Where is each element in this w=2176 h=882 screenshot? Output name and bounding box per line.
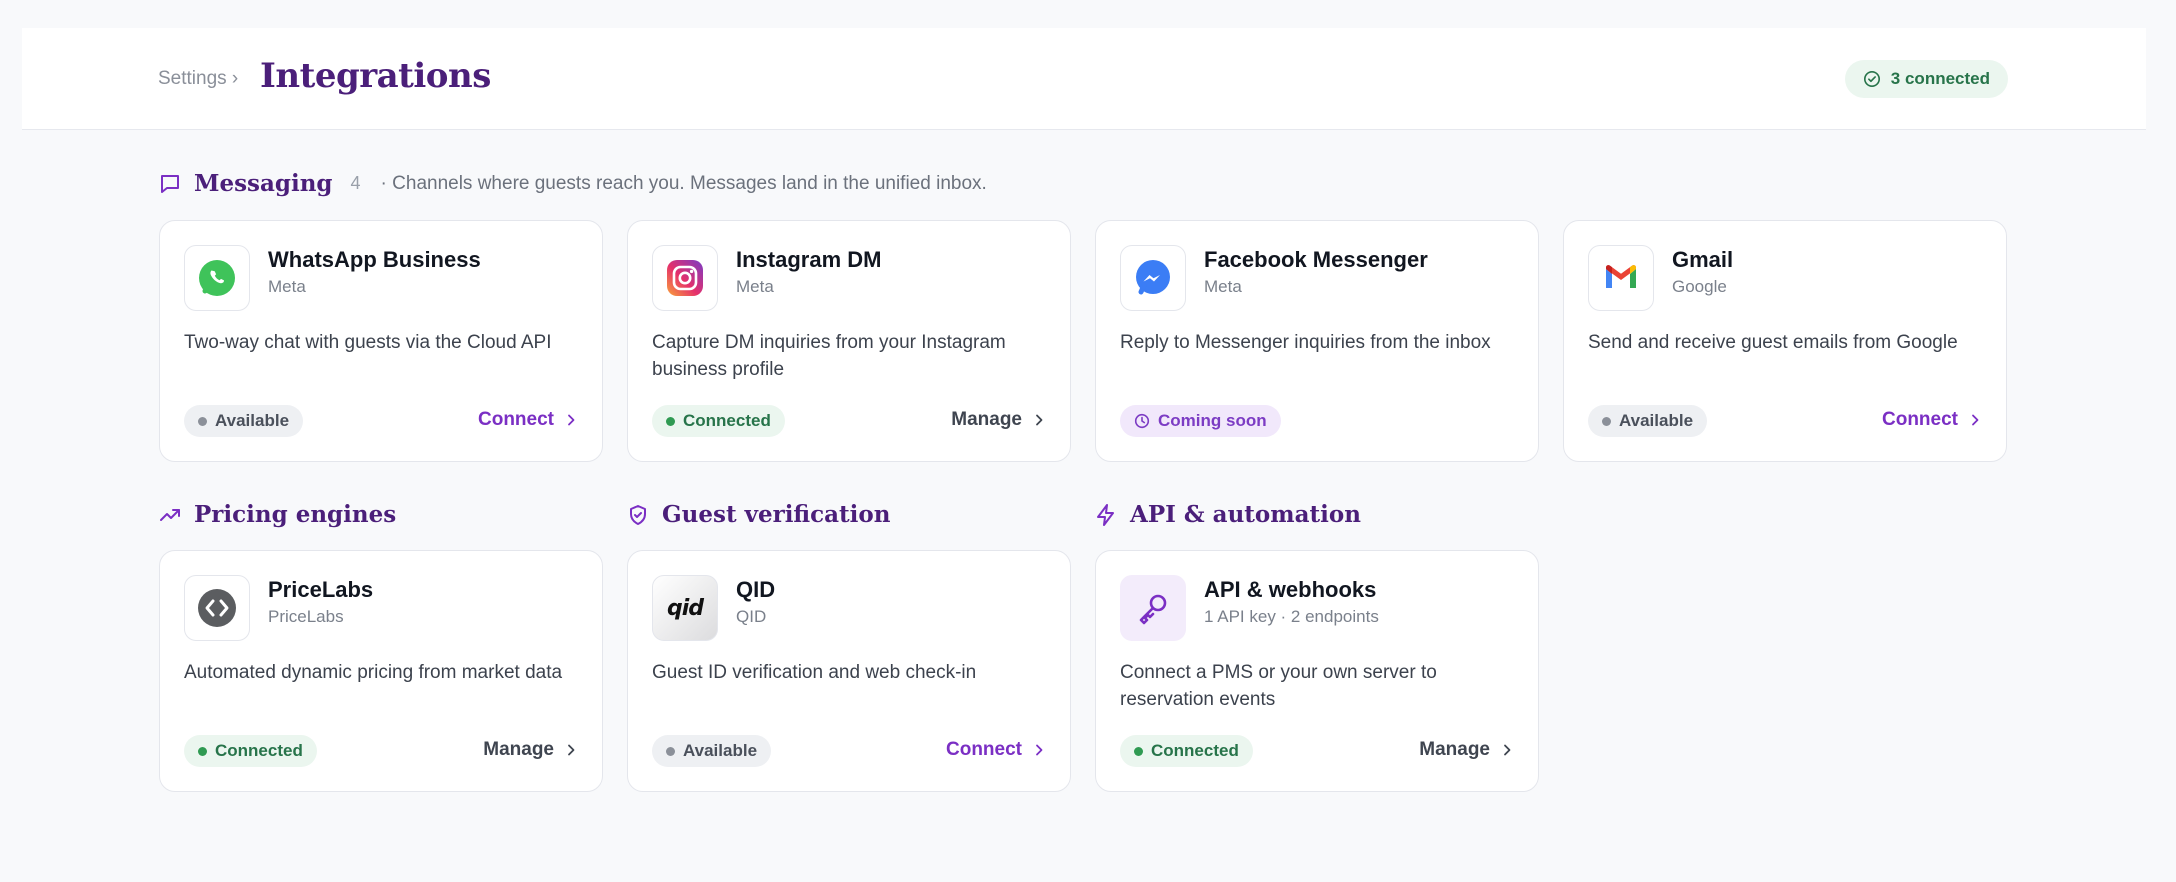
integration-description: Reply to Messenger inquiries from the in…: [1120, 332, 1491, 353]
status-dot: [666, 416, 675, 426]
action-label: Connect: [478, 409, 554, 430]
integration-vendor: Meta: [736, 277, 774, 296]
integration-description: Connect a PMS or your own server to rese…: [1120, 662, 1437, 710]
section-api-header: API & automation: [1094, 501, 1361, 528]
breadcrumb-settings[interactable]: Settings ›: [158, 68, 238, 90]
section-title: Pricing engines: [194, 501, 397, 528]
section-title: Guest verification: [662, 501, 891, 528]
status-badge: Connected: [184, 735, 317, 767]
integration-vendor: PriceLabs: [268, 607, 344, 626]
section-pricing-header: Pricing engines: [158, 501, 396, 528]
lightning-icon: [1094, 503, 1118, 527]
status-badge: Available: [652, 735, 772, 767]
chat-bubble-icon: [158, 172, 182, 196]
status-badge: Available: [184, 405, 304, 437]
check-circle-icon: [1863, 70, 1880, 88]
integration-vendor: Meta: [1204, 277, 1242, 296]
clock-icon: [1134, 413, 1150, 429]
status-badge: Coming soon: [1120, 405, 1281, 437]
status-label: Connected: [1151, 741, 1239, 760]
integration-description: Guest ID verification and web check-in: [652, 662, 977, 683]
integration-card-api: API & webhooks 1 API key · 2 endpoints C…: [1095, 550, 1539, 792]
integration-card-whatsapp: WhatsApp Business Meta Two-way chat with…: [159, 220, 603, 462]
chevron-right-icon: [1036, 414, 1043, 426]
chevron-right-icon: [568, 414, 575, 426]
connect-button[interactable]: Connect: [946, 739, 1046, 761]
connect-button[interactable]: Connect: [1882, 409, 1982, 431]
chevron-right-icon: [1036, 744, 1043, 756]
section-count: 4: [350, 173, 361, 193]
manage-button[interactable]: Manage: [951, 409, 1046, 431]
section-title: API & automation: [1130, 501, 1361, 528]
status-badge: Connected: [652, 405, 785, 437]
status-dot: [666, 746, 675, 756]
status-dot: [198, 746, 207, 756]
integration-description: Capture DM inquiries from your Instagram…: [652, 332, 1006, 380]
integration-description: Automated dynamic pricing from market da…: [184, 662, 563, 683]
integration-card-instagram: Instagram DM Meta Capture DM inquiries f…: [627, 220, 1071, 462]
section-messaging-header: Messaging 4 · Channels where guests reac…: [158, 170, 987, 197]
shield-check-icon: [626, 503, 650, 527]
trending-up-icon: [158, 503, 182, 527]
status-dot: [1134, 746, 1143, 756]
instagram-icon: [652, 245, 718, 311]
section-title: Messaging: [194, 170, 333, 197]
qid-icon: qid: [652, 575, 718, 641]
whatsapp-icon: [184, 245, 250, 311]
page-title: Integrations: [260, 56, 491, 96]
integration-vendor: 1 API key · 2 endpoints: [1204, 607, 1379, 626]
connected-count-badge: 3 connected: [1844, 60, 2008, 98]
qid-logo-text: qid: [666, 595, 704, 621]
integration-description: Send and receive guest emails from Googl…: [1588, 332, 1958, 353]
status-label: Available: [215, 411, 290, 430]
integration-name: QID: [736, 577, 776, 602]
integration-vendor: Google: [1672, 277, 1727, 296]
action-label: Manage: [951, 409, 1022, 430]
action-label: Connect: [1882, 409, 1958, 430]
integration-card-messenger: Facebook Messenger Meta Reply to Messeng…: [1095, 220, 1539, 462]
section-verification-header: Guest verification: [626, 501, 890, 528]
status-label: Coming soon: [1158, 411, 1267, 430]
status-dot: [198, 416, 207, 426]
connected-count-label: 3 connected: [1890, 69, 1990, 88]
integration-name: Facebook Messenger: [1204, 247, 1428, 272]
status-badge: Connected: [1120, 735, 1253, 767]
integration-name: Gmail: [1672, 247, 1734, 272]
connect-button[interactable]: Connect: [478, 409, 578, 431]
status-label: Available: [683, 741, 758, 760]
integration-vendor: Meta: [268, 277, 306, 296]
integration-name: WhatsApp Business: [268, 247, 481, 272]
status-label: Connected: [215, 741, 303, 760]
action-label: Manage: [483, 739, 554, 760]
integration-name: PriceLabs: [268, 577, 374, 602]
status-label: Available: [1619, 411, 1694, 430]
chevron-right-icon: [1972, 414, 1979, 426]
page-header: Settings › Integrations 3 connected: [22, 28, 2146, 130]
status-badge: Available: [1588, 405, 1708, 437]
section-description: · Channels where guests reach you. Messa…: [380, 172, 987, 194]
key-icon: [1120, 575, 1186, 641]
integration-description: Two-way chat with guests via the Cloud A…: [184, 332, 552, 353]
chevron-right-icon: [1504, 744, 1511, 756]
action-label: Manage: [1419, 739, 1490, 760]
gmail-icon: [1588, 245, 1654, 311]
integration-card-qid: qid QID QID Guest ID verification and we…: [627, 550, 1071, 792]
status-label: Connected: [683, 411, 771, 430]
pricelabs-icon: [184, 575, 250, 641]
integration-card-gmail: Gmail Google Send and receive guest emai…: [1563, 220, 2007, 462]
integration-vendor: QID: [736, 607, 767, 626]
integration-name: API & webhooks: [1204, 577, 1377, 602]
manage-button[interactable]: Manage: [483, 739, 578, 761]
integration-card-pricelabs: PriceLabs PriceLabs Automated dynamic pr…: [159, 550, 603, 792]
messenger-icon: [1120, 245, 1186, 311]
chevron-right-icon: [568, 744, 575, 756]
manage-button[interactable]: Manage: [1419, 739, 1514, 761]
action-label: Connect: [946, 739, 1022, 760]
integration-name: Instagram DM: [736, 247, 882, 272]
status-dot: [1602, 416, 1611, 426]
